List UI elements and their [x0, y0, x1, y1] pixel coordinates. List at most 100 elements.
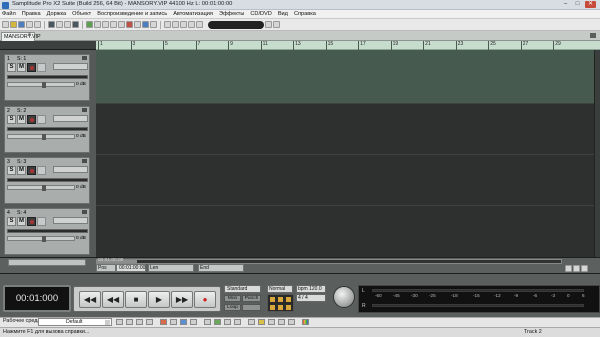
save-icon[interactable] — [18, 21, 25, 28]
undo-icon[interactable] — [26, 21, 33, 28]
record-arm-button[interactable] — [27, 115, 36, 124]
scrub-icon[interactable] — [142, 21, 149, 28]
menu-file[interactable]: Файл — [2, 11, 16, 17]
workspace-tool-icon[interactable] — [214, 319, 221, 325]
grid-icon[interactable] — [72, 21, 79, 28]
magnify-icon[interactable] — [196, 21, 203, 28]
pos-value[interactable]: 00:01:00:00 — [116, 264, 146, 272]
fast-forward-button[interactable]: ▶▶ — [171, 291, 193, 308]
new-icon[interactable] — [2, 21, 9, 28]
workspace-tool-icon[interactable] — [146, 319, 153, 325]
track-zoom-controls[interactable] — [8, 259, 86, 266]
workspace-tool-icon[interactable] — [170, 319, 177, 325]
sync-mode-select[interactable]: Normal — [267, 285, 293, 293]
mute-button[interactable]: M — [17, 166, 26, 175]
menu-view[interactable]: Вид — [278, 11, 288, 17]
track-volume-fader[interactable] — [7, 82, 75, 88]
zoom-in-icon[interactable] — [565, 264, 572, 272]
workspace-tool-icon[interactable] — [180, 319, 187, 325]
mute-button[interactable]: M — [17, 63, 26, 72]
track-menu-icon[interactable] — [82, 108, 87, 112]
cut-icon[interactable] — [48, 21, 55, 28]
vertical-scrollbar[interactable] — [594, 50, 600, 260]
close-button[interactable]: ✕ — [585, 1, 596, 8]
mon-button[interactable]: Mon — [224, 295, 241, 302]
timeline-ruler[interactable]: 1 3 5 7 9 11 13 15 17 19 21 23 25 27 29 — [96, 41, 600, 50]
mixer-icon[interactable] — [86, 21, 93, 28]
color-palette-icon[interactable] — [302, 319, 309, 325]
tool-wrench-icon[interactable] — [273, 21, 280, 28]
track-name[interactable]: S: 2 — [17, 108, 26, 114]
menu-help[interactable]: Справка — [294, 11, 316, 17]
track-volume-fader[interactable] — [7, 185, 75, 191]
track-volume-fader[interactable] — [7, 134, 75, 140]
click-button[interactable] — [242, 304, 261, 311]
punch-button[interactable]: Punch — [242, 295, 261, 302]
track-header[interactable]: 2 S: 2 S M 0 dB — [4, 106, 90, 153]
menu-automation[interactable]: Автоматизация — [173, 11, 213, 17]
record-button[interactable]: ● — [194, 291, 216, 308]
cut-tool-icon[interactable] — [110, 21, 117, 28]
copy-icon[interactable] — [56, 21, 63, 28]
workspace-tool-icon[interactable] — [136, 319, 143, 325]
sync-icon[interactable] — [270, 297, 275, 302]
menu-playback[interactable]: Воспроизведение и запись — [97, 11, 167, 17]
track-header[interactable]: 4 S: 4 S M 0 dB — [4, 208, 90, 255]
fader-handle[interactable] — [42, 82, 46, 88]
track-menu-icon[interactable] — [82, 56, 87, 60]
solo-button[interactable]: S — [7, 63, 16, 72]
loop-button[interactable]: Loop — [224, 304, 241, 311]
toolbar-search-field[interactable] — [208, 20, 264, 29]
track-input-field[interactable] — [53, 115, 88, 122]
loop-icon[interactable] — [188, 21, 195, 28]
workspace-tool-icon[interactable] — [248, 319, 255, 325]
maximize-button[interactable]: □ — [572, 1, 583, 8]
fader-handle[interactable] — [42, 185, 46, 191]
track-name[interactable]: S: 4 — [17, 210, 26, 216]
cursor-tool-icon[interactable] — [94, 21, 101, 28]
open-folder-icon[interactable] — [10, 21, 17, 28]
workspace-tool-icon[interactable] — [234, 319, 241, 325]
zoom-out-icon[interactable] — [573, 264, 580, 272]
object-icon[interactable] — [164, 21, 171, 28]
monitor-button[interactable] — [37, 115, 46, 124]
zoom-icon[interactable] — [150, 21, 157, 28]
menu-effects[interactable]: Эффекты — [219, 11, 244, 17]
menu-track[interactable]: Доржка — [47, 11, 67, 17]
time-display[interactable]: 00:01:000 — [3, 285, 71, 312]
track-header[interactable]: 3 S: 3 S M 0 dB — [4, 157, 90, 204]
fader-handle[interactable] — [42, 236, 46, 242]
punch-in-icon[interactable] — [270, 305, 275, 310]
chevron-down-icon[interactable] — [105, 320, 110, 325]
workspace-tool-icon[interactable] — [126, 319, 133, 325]
record-arm-button[interactable] — [27, 166, 36, 175]
record-arm-button[interactable] — [27, 63, 36, 72]
marker-icon[interactable] — [126, 21, 133, 28]
menu-edit[interactable]: Правка — [22, 11, 41, 17]
workspace-tool-icon[interactable] — [268, 319, 275, 325]
automation-icon[interactable] — [180, 21, 187, 28]
menu-object[interactable]: Объект — [72, 11, 91, 17]
minimize-button[interactable]: – — [560, 1, 571, 8]
solo-button[interactable]: S — [7, 115, 16, 124]
track-input-field[interactable] — [53, 63, 88, 70]
fader-handle[interactable] — [42, 134, 46, 140]
track-name[interactable]: S: 3 — [17, 159, 26, 165]
track-menu-icon[interactable] — [82, 159, 87, 163]
track-lane-selected[interactable] — [96, 50, 600, 103]
time-signature-field[interactable]: 4 / 4 — [296, 294, 326, 302]
solo-button[interactable]: S — [7, 217, 16, 226]
workspace-tool-icon[interactable] — [224, 319, 231, 325]
workspace-tool-icon[interactable] — [258, 319, 265, 325]
monitor-button[interactable] — [37, 63, 46, 72]
monitor-button[interactable] — [37, 166, 46, 175]
mute-button[interactable]: M — [17, 217, 26, 226]
tab-close-icon[interactable]: x — [28, 32, 31, 38]
workspace-tool-icon[interactable] — [190, 319, 197, 325]
solo-button[interactable]: S — [7, 166, 16, 175]
rewind-button[interactable]: ◀◀ — [102, 291, 124, 308]
track-volume-fader[interactable] — [7, 236, 75, 242]
settings-icon[interactable] — [265, 21, 272, 28]
menu-cd-dvd[interactable]: CD/DVD — [250, 11, 271, 17]
track-input-field[interactable] — [53, 166, 88, 173]
